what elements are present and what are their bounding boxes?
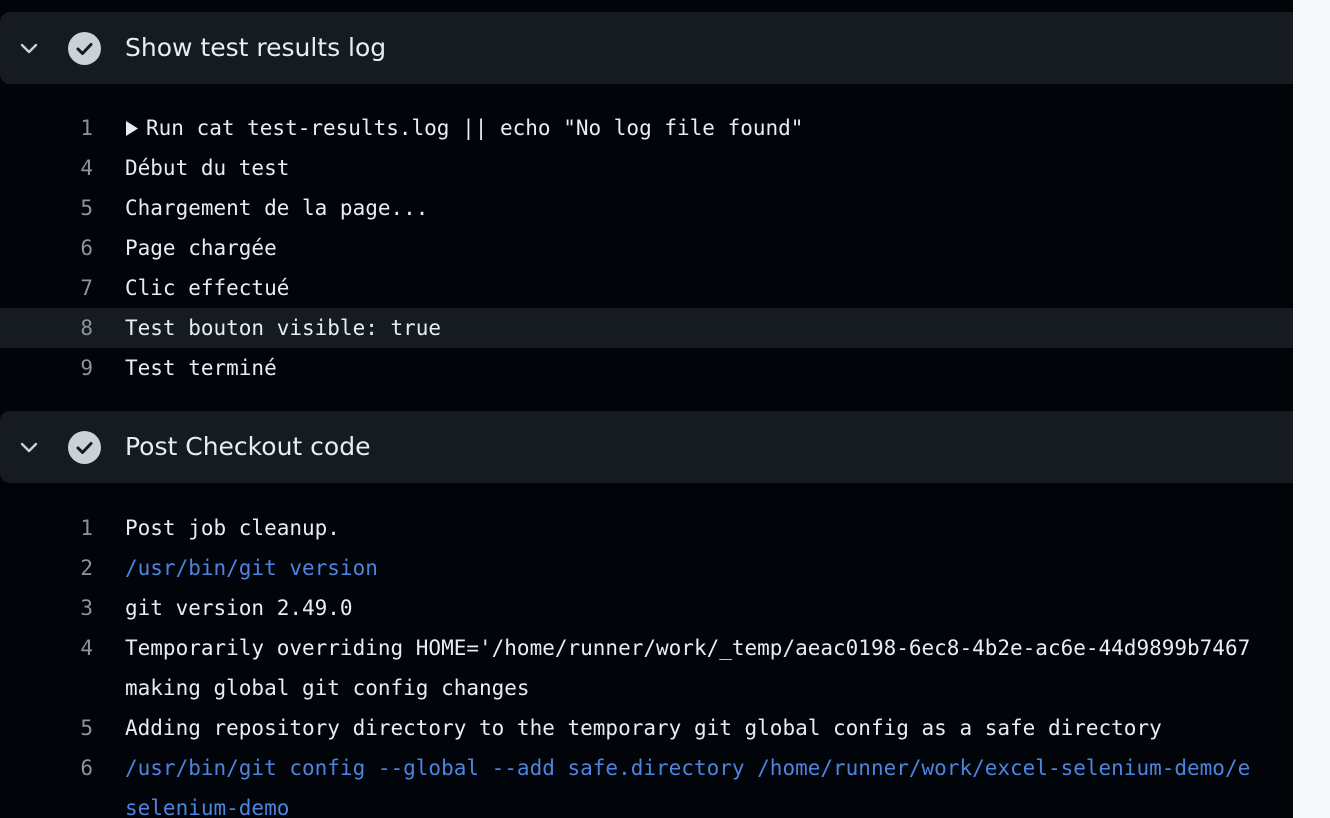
log-line-text: Page chargée [125, 236, 277, 260]
line-number[interactable]: 8 [0, 308, 93, 348]
line-number[interactable]: 6 [0, 748, 93, 788]
step-header-post-checkout-code[interactable]: Post Checkout code [0, 411, 1293, 483]
line-number[interactable]: 7 [0, 268, 93, 308]
log-line-text: Post job cleanup. [125, 516, 340, 540]
log-line-wrap: selenium-demo [0, 788, 1293, 818]
log-line: 9 Test terminé [0, 348, 1293, 388]
log-line: 3 git version 2.49.0 [0, 588, 1293, 628]
log-line-text: Clic effectué [125, 276, 290, 300]
line-number[interactable]: 5 [0, 708, 93, 748]
log-line: 6 /usr/bin/git config --global --add saf… [0, 748, 1293, 788]
log-line-wrap: making global git config changes [0, 668, 1293, 708]
log-line: 7 Clic effectué [0, 268, 1293, 308]
check-circle-icon [68, 32, 101, 65]
check-circle-icon [68, 431, 101, 464]
step-title: Post Checkout code [125, 432, 371, 461]
right-gutter [1293, 0, 1330, 818]
chevron-down-icon[interactable] [17, 36, 41, 60]
line-number[interactable]: 6 [0, 228, 93, 268]
log-line-command: /usr/bin/git version [125, 556, 378, 580]
log-line-command: /usr/bin/git config --global --add safe.… [125, 756, 1251, 780]
log-line-text: Chargement de la page... [125, 196, 429, 220]
step-header-show-test-results-log[interactable]: Show test results log [0, 12, 1293, 84]
log-line: 5 Adding repository directory to the tem… [0, 708, 1293, 748]
step-title: Show test results log [125, 33, 387, 62]
log-line-text: Test terminé [125, 356, 277, 380]
log-line-continuation: selenium-demo [125, 796, 290, 818]
line-number[interactable]: 4 [0, 148, 93, 188]
line-number[interactable]: 5 [0, 188, 93, 228]
log-line: 4 Temporarily overriding HOME='/home/run… [0, 628, 1293, 668]
log-line-text: Adding repository directory to the tempo… [125, 716, 1162, 740]
chevron-down-icon[interactable] [17, 435, 41, 459]
triangle-right-icon[interactable] [125, 121, 139, 136]
log-line: 2 /usr/bin/git version [0, 548, 1293, 588]
log-line-continuation: making global git config changes [125, 676, 530, 700]
log-line-text: git version 2.49.0 [125, 596, 353, 620]
log-line-text: Temporarily overriding HOME='/home/runne… [125, 636, 1251, 660]
line-number[interactable]: 4 [0, 628, 93, 668]
log-line: 5 Chargement de la page... [0, 188, 1293, 228]
line-number[interactable]: 9 [0, 348, 93, 388]
log-line-text: Test bouton visible: true [125, 316, 442, 340]
line-number[interactable]: 1 [0, 108, 93, 148]
log-line-highlighted: 8 Test bouton visible: true [0, 308, 1293, 348]
log-line-text: Début du test [125, 156, 290, 180]
job-log-panel: Show test results log 1 Run cat test-res… [0, 0, 1293, 818]
line-number[interactable]: 2 [0, 548, 93, 588]
line-number[interactable]: 1 [0, 508, 93, 548]
log-line: 6 Page chargée [0, 228, 1293, 268]
log-line: 4 Début du test [0, 148, 1293, 188]
log-line: 1 Run cat test-results.log || echo "No l… [0, 108, 1293, 148]
log-line: 1 Post job cleanup. [0, 508, 1293, 548]
line-number[interactable]: 3 [0, 588, 93, 628]
log-line-text[interactable]: Run cat test-results.log || echo "No log… [146, 108, 803, 148]
